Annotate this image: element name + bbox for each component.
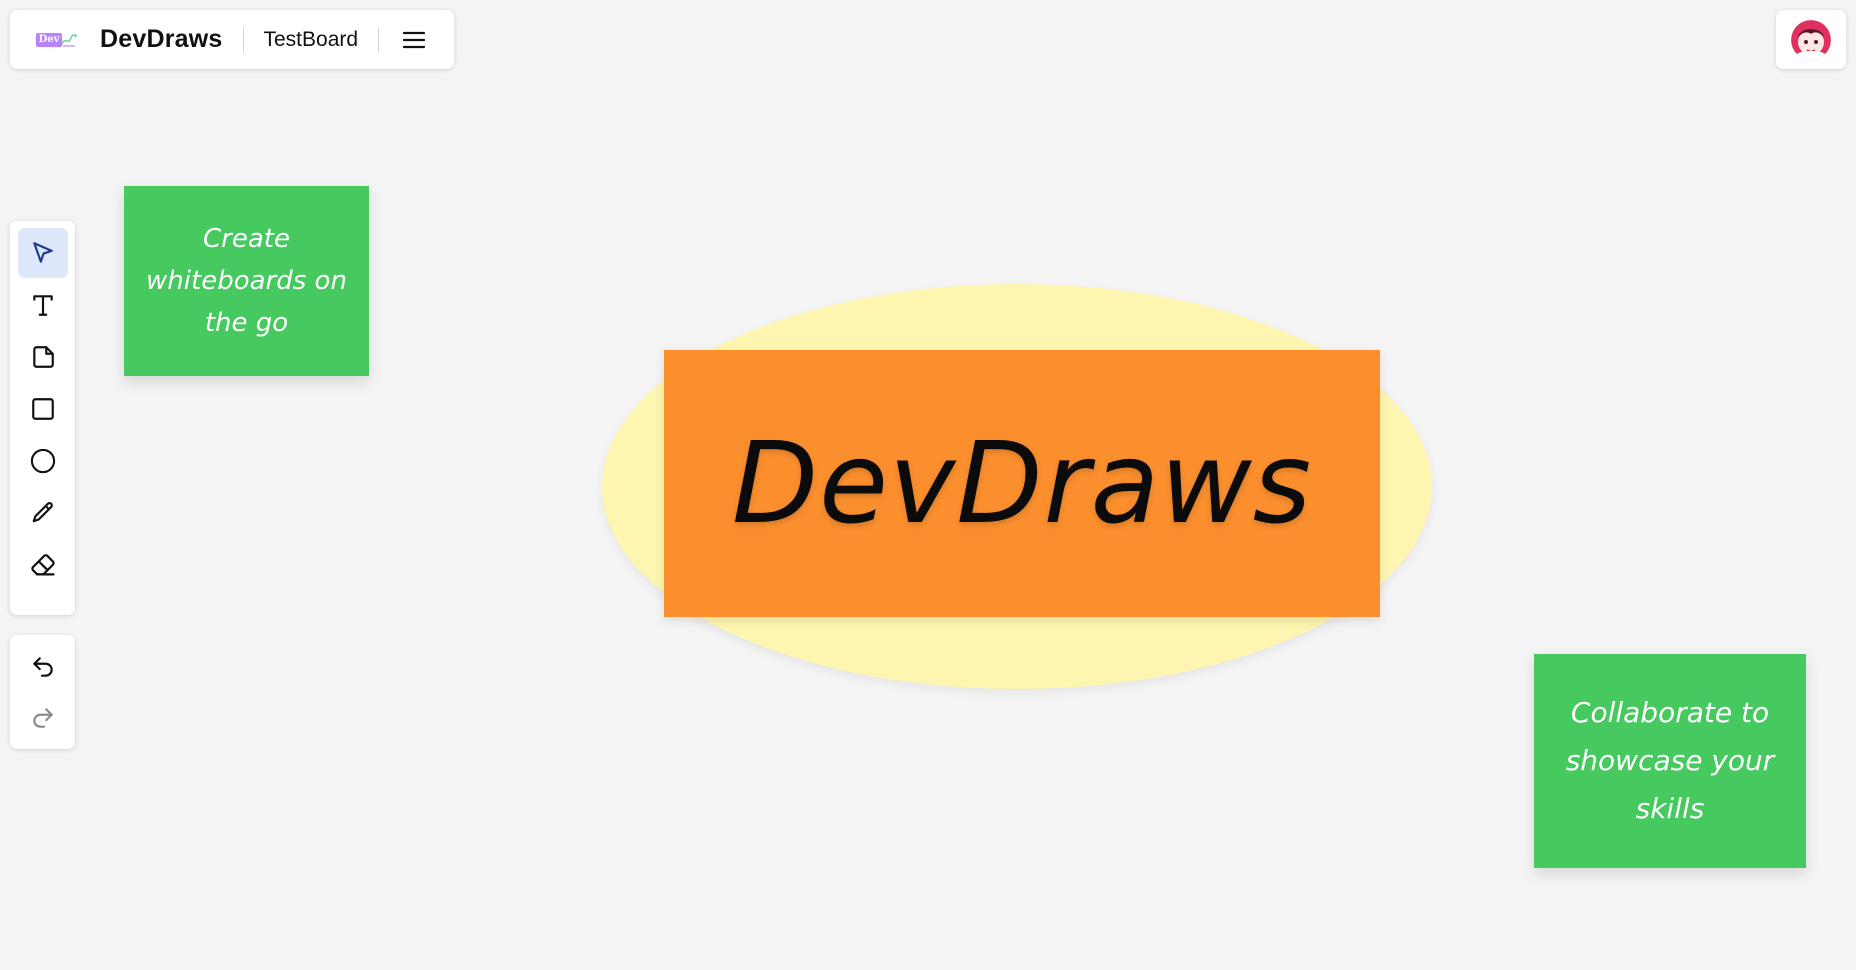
undo-button[interactable] [18, 642, 68, 691]
rectangle-tool-button[interactable] [18, 384, 68, 434]
sticky-note[interactable]: Create whiteboards on the go [124, 186, 369, 376]
sticky-note-text: Create whiteboards on the go [146, 224, 347, 338]
history-toolbar [10, 635, 75, 749]
title-text: DevDraws [731, 418, 1313, 549]
app-logo: Dev [36, 30, 80, 50]
logo-scribble-icon [61, 33, 77, 47]
tools-toolbar [10, 221, 75, 615]
pencil-tool-button[interactable] [18, 488, 68, 538]
board-name[interactable]: TestBoard [264, 28, 359, 52]
select-tool-button[interactable] [17, 228, 68, 278]
header-divider [242, 26, 244, 53]
logo-badge: Dev [36, 32, 62, 47]
eraser-icon [30, 554, 55, 576]
title-rectangle[interactable]: DevDraws [664, 350, 1380, 617]
pencil-icon [32, 502, 53, 523]
ellipse-icon [30, 448, 55, 474]
redo-button[interactable] [18, 693, 68, 742]
eraser-tool-button[interactable] [18, 540, 68, 590]
app-header: Dev DevDraws TestBoard [10, 10, 454, 69]
user-avatar-card [1776, 10, 1846, 69]
undo-icon [32, 656, 53, 677]
text-icon [32, 295, 53, 316]
avatar[interactable] [1791, 19, 1831, 60]
whiteboard-canvas[interactable]: Dev DevDraws TestBoard DevDraws Create w… [0, 0, 1856, 970]
app-name: DevDraws [100, 25, 223, 53]
header-divider [378, 26, 380, 53]
sticky-note-icon [32, 346, 54, 368]
ellipse-tool-button[interactable] [18, 436, 68, 486]
user-avatar-icon [1791, 19, 1831, 60]
rectangle-icon [31, 398, 54, 420]
redo-icon [32, 707, 53, 728]
sticky-note[interactable]: Collaborate to showcase your skills [1534, 654, 1806, 868]
hamburger-menu-icon [402, 31, 426, 48]
text-tool-button[interactable] [18, 280, 68, 330]
sticky-note-text: Collaborate to showcase your skills [1565, 696, 1775, 825]
menu-button[interactable] [399, 25, 429, 55]
sticky-note-tool-button[interactable] [18, 332, 68, 382]
select-cursor-icon [32, 242, 53, 263]
